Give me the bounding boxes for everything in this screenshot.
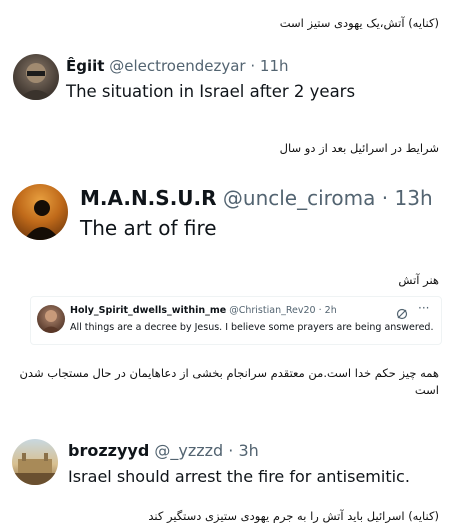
author-handle[interactable]: @uncle_ciroma bbox=[223, 186, 376, 210]
tweet-card-2[interactable]: M.A.N.S.U.R @uncle_ciroma · 13h The art … bbox=[0, 172, 451, 252]
more-icon[interactable]: ··· bbox=[418, 301, 429, 315]
author-handle[interactable]: @electroendezyar bbox=[109, 57, 245, 75]
caption-1: (کنایه) آتش،یک یهودی ستیز است bbox=[279, 16, 439, 30]
grok-icon[interactable] bbox=[396, 305, 408, 320]
avatar[interactable] bbox=[37, 305, 65, 333]
author-handle[interactable]: @_yzzzd bbox=[154, 441, 223, 460]
tweet-text: Israel should arrest the fire for antise… bbox=[68, 467, 410, 486]
author-name[interactable]: brozzyyd bbox=[68, 441, 149, 460]
timestamp[interactable]: · 11h bbox=[250, 57, 288, 75]
timestamp[interactable]: · 2h bbox=[319, 305, 337, 316]
tweet-text: The situation in Israel after 2 years bbox=[66, 82, 356, 101]
author-name[interactable]: Êgiit bbox=[66, 57, 104, 75]
avatar[interactable] bbox=[12, 184, 68, 240]
caption-5: (کنایه) اسرائیل باید آتش را به جرم یهودی… bbox=[148, 509, 439, 523]
avatar[interactable] bbox=[13, 54, 59, 100]
timestamp[interactable]: · 13h bbox=[382, 186, 433, 210]
tweet-card-1[interactable]: Êgiit @electroendezyar · 11h The situati… bbox=[0, 42, 451, 120]
tweet-text: The art of fire bbox=[80, 216, 217, 240]
author-name[interactable]: Holy_Spirit_dwells_within_me bbox=[70, 305, 226, 316]
caption-2: شرایط در اسرائیل بعد از دو سال bbox=[279, 141, 439, 155]
tweet-text: All things are a decree by Jesus. I beli… bbox=[70, 322, 434, 333]
caption-3: هنر آتش bbox=[398, 273, 439, 287]
author-name[interactable]: M.A.N.S.U.R bbox=[80, 186, 217, 210]
tweet-card-3[interactable]: Holy_Spirit_dwells_within_me @Christian_… bbox=[0, 296, 451, 345]
tweet-card-4[interactable]: brozzyyd @_yzzzd · 3h Israel should arre… bbox=[0, 425, 451, 497]
author-handle[interactable]: @Christian_Rev20 bbox=[229, 305, 315, 316]
timestamp[interactable]: · 3h bbox=[228, 441, 259, 460]
caption-4: همه چیز حکم خدا است.من معتقدم سرانجام بخ… bbox=[19, 366, 439, 397]
avatar[interactable] bbox=[12, 439, 58, 485]
